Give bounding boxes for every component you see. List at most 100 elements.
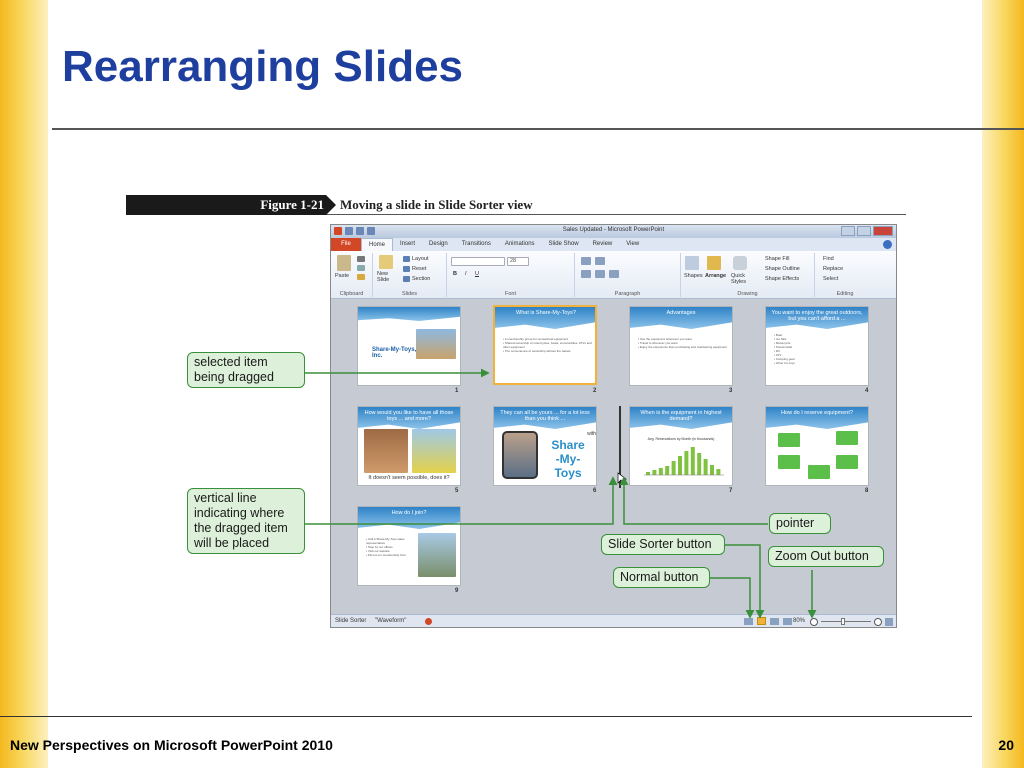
group-drawing: Shapes Arrange Quick Styles Shape Fill S… <box>681 253 815 297</box>
mini-chart-bar <box>710 465 714 475</box>
fit-to-window-icon[interactable] <box>885 618 893 626</box>
slide-thumbnail-2-selected[interactable]: What is Share-My-Toys? A membership grou… <box>493 305 597 385</box>
reading-view-icon[interactable] <box>770 618 779 625</box>
figure-header: Figure 1-21 Moving a slide in Slide Sort… <box>126 195 906 215</box>
mouse-pointer-icon <box>617 472 627 485</box>
mini-chart-bar <box>646 472 650 475</box>
mini-chart-bar <box>697 453 702 475</box>
mini-chart-bar <box>690 447 695 475</box>
copy-icon[interactable] <box>357 265 365 271</box>
zoom-in-icon[interactable] <box>874 618 882 626</box>
slide-number-5: 5 <box>455 488 459 494</box>
quick-styles-button[interactable]: Quick Styles <box>731 273 753 285</box>
shapes-icon[interactable] <box>685 256 699 270</box>
tab-animations[interactable]: Animations <box>498 238 542 251</box>
maximize-icon[interactable] <box>857 226 871 236</box>
align-left-icon[interactable] <box>581 270 591 278</box>
new-slide-icon[interactable] <box>379 255 393 269</box>
callout-vertical-line: vertical line indicating where the dragg… <box>187 488 305 554</box>
callout-selected-item: selected item being dragged <box>187 352 305 388</box>
slides-group-label: Slides <box>402 291 417 297</box>
quick-styles-icon[interactable] <box>733 256 747 270</box>
format-painter-icon[interactable] <box>357 274 365 280</box>
font-name-box[interactable] <box>451 257 505 266</box>
tab-insert[interactable]: Insert <box>393 238 422 251</box>
process-box-icon <box>778 433 800 447</box>
reset-button[interactable]: Reset <box>412 266 426 272</box>
shapes-button[interactable]: Shapes <box>684 273 703 279</box>
tab-file[interactable]: File <box>331 238 361 251</box>
slide-show-icon[interactable] <box>783 618 792 625</box>
close-icon[interactable] <box>873 226 893 236</box>
tab-design[interactable]: Design <box>422 238 455 251</box>
slide-thumbnail-3[interactable]: Advantages Use the equipment whenever yo… <box>629 306 733 386</box>
numbering-icon[interactable] <box>595 257 605 265</box>
mini-chart-bar <box>703 459 708 475</box>
italic-button[interactable]: I <box>465 271 467 277</box>
zoom-slider[interactable] <box>821 621 871 622</box>
zoom-out-icon[interactable] <box>810 618 818 626</box>
slide-thumbnail-7[interactable]: When is the equipment in highest demand?… <box>629 406 733 486</box>
slide-number-9: 9 <box>455 588 459 594</box>
tab-transitions[interactable]: Transitions <box>455 238 498 251</box>
group-slides: New Slide Layout Reset Section Slides <box>373 253 447 297</box>
section-button[interactable]: Section <box>412 276 430 282</box>
process-box-icon <box>808 465 830 479</box>
editing-group-label: Editing <box>836 291 854 297</box>
slide-thumbnail-6[interactable]: They can all be yours ... for a lot less… <box>493 406 597 486</box>
slide-3-title: Advantages <box>666 310 696 316</box>
slide-4-title: You want to enjoy the great outdoors, bu… <box>771 310 863 322</box>
slide-number-7: 7 <box>729 488 733 494</box>
tab-view[interactable]: View <box>619 238 646 251</box>
mini-chart-bar <box>684 451 689 475</box>
minimize-icon[interactable] <box>841 226 855 236</box>
process-box-icon <box>836 455 858 469</box>
layout-button[interactable]: Layout <box>412 256 429 262</box>
find-button[interactable]: Find <box>823 256 834 262</box>
slide-number-6: 6 <box>593 488 597 494</box>
shape-outline-button[interactable]: Shape Outline <box>765 266 800 272</box>
bullets-icon[interactable] <box>581 257 591 265</box>
shape-effects-button[interactable]: Shape Effects <box>765 276 799 282</box>
slide-thumbnail-1[interactable]: Share-My-Toys, Inc. <box>357 306 461 386</box>
tab-review[interactable]: Review <box>586 238 620 251</box>
bullet-item: Other fun toys <box>774 361 864 365</box>
shape-fill-button[interactable]: Shape Fill <box>765 256 789 262</box>
slide-thumbnail-9[interactable]: How do I join? Call a Share-My-Toys sale… <box>357 506 461 586</box>
paste-icon[interactable] <box>337 255 351 271</box>
align-center-icon[interactable] <box>595 270 605 278</box>
arrange-icon[interactable] <box>707 256 721 270</box>
arrange-button[interactable]: Arrange <box>705 273 726 279</box>
select-button[interactable]: Select <box>823 276 838 282</box>
mini-chart-bar <box>665 466 670 475</box>
bold-button[interactable]: B <box>453 271 457 277</box>
underline-button[interactable]: U <box>475 271 479 277</box>
normal-view-icon[interactable] <box>744 618 753 625</box>
road-photo <box>418 533 456 577</box>
tab-home[interactable]: Home <box>361 238 394 251</box>
slide-thumbnail-8[interactable]: How do I reserve equipment? <box>765 406 869 486</box>
spelling-icon[interactable] <box>425 618 432 625</box>
zoom-level[interactable]: 80% <box>793 615 805 628</box>
slide-thumbnail-5[interactable]: How would you like to have all those toy… <box>357 406 461 486</box>
kayak-photo <box>412 429 456 473</box>
mini-chart-bar <box>716 469 721 475</box>
slide-number-4: 4 <box>865 388 869 394</box>
new-slide-button[interactable]: New Slide <box>377 271 401 283</box>
help-icon[interactable] <box>883 240 892 249</box>
ribbon: Paste Clipboard New Slide Layout Reset S… <box>331 251 896 299</box>
status-bar: Slide Sorter "Waveform" 80% <box>331 614 896 627</box>
paste-button[interactable]: Paste <box>335 273 349 279</box>
status-view-name: Slide Sorter <box>335 618 367 624</box>
zoom-slider-thumb[interactable] <box>841 618 845 625</box>
tab-slide-show[interactable]: Slide Show <box>542 238 586 251</box>
replace-button[interactable]: Replace <box>823 266 843 272</box>
cut-icon[interactable] <box>357 256 365 262</box>
mini-chart-bar <box>671 461 676 475</box>
slide-number-8: 8 <box>865 488 869 494</box>
slide-number-3: 3 <box>729 388 733 394</box>
slide-thumbnail-4[interactable]: You want to enjoy the great outdoors, bu… <box>765 306 869 386</box>
align-right-icon[interactable] <box>609 270 619 278</box>
group-font: 28 B I U Font <box>447 253 575 297</box>
slide-sorter-view-icon[interactable] <box>757 617 766 625</box>
